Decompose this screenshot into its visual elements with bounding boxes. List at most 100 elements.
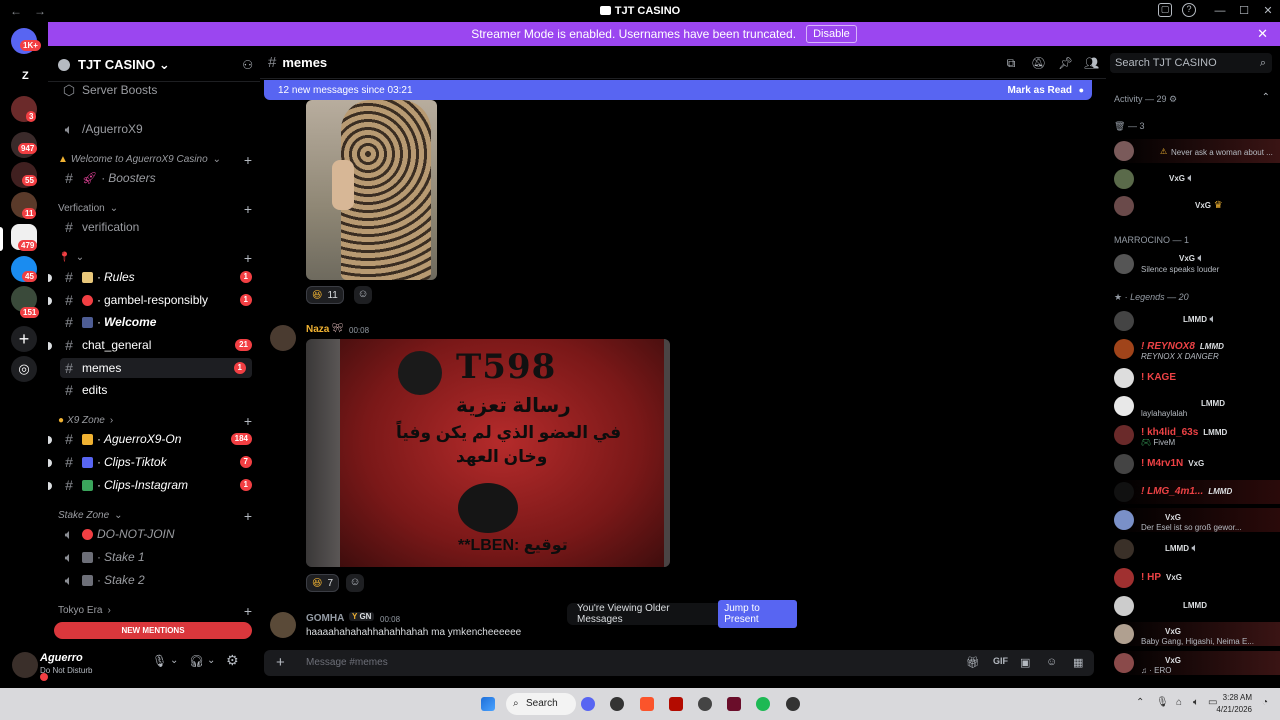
channel-clips-tiktok[interactable]: # · Clips-Tiktok 7 <box>60 452 252 472</box>
voice-stake-2[interactable]: 🔈︎ · Stake 2 <box>60 570 252 590</box>
member-row[interactable]: VxG ♛ <box>1114 194 1280 218</box>
member-row[interactable]: ! REYNOX8 LMMD REYNOX X DANGER <box>1114 337 1280 361</box>
gear-icon[interactable]: ⚙︎ <box>226 652 239 669</box>
gift-icon[interactable]: 🎁︎ <box>966 656 980 669</box>
voice-stake-1[interactable]: 🔈︎ · Stake 1 <box>60 547 252 567</box>
tray-chevron-icon[interactable]: ⌃ <box>1136 697 1144 708</box>
discover-icon[interactable]: ◎ <box>11 356 37 382</box>
user-avatar[interactable] <box>12 652 38 678</box>
member-row[interactable]: ! KAGE <box>1114 366 1280 390</box>
emoji-icon[interactable]: ☺ <box>1046 656 1057 668</box>
help-icon[interactable]: ? <box>1182 3 1196 17</box>
notification-bell-icon[interactable]: 🔕︎ <box>1031 56 1046 70</box>
member-row[interactable]: ! M4rv1N VxG <box>1114 452 1280 476</box>
microphone-icon[interactable]: 🎙︎ <box>152 654 167 668</box>
member-row[interactable]: VxG ♫ · ERO <box>1114 651 1280 675</box>
message-composer[interactable]: + Message #memes 🎁︎ GIF ▣ ☺ ▦ <box>264 650 1094 676</box>
notification-icon[interactable]: ◔ <box>1262 697 1268 708</box>
sticker-icon[interactable]: ▣ <box>1020 656 1030 669</box>
network-icon[interactable]: ⌂ <box>1176 697 1182 708</box>
start-icon[interactable] <box>481 697 495 711</box>
member-row[interactable]: LMMD 🔈︎ <box>1114 309 1280 333</box>
add-channel-icon[interactable]: + <box>244 250 252 266</box>
spotify-taskbar-icon[interactable] <box>756 697 770 711</box>
channel-aguerrox9-on[interactable]: # · AguerroX9-On 184 <box>60 429 252 449</box>
channel-memes[interactable]: # memes 1 <box>60 358 252 378</box>
brave-taskbar-icon[interactable] <box>640 697 654 711</box>
category-tokyo-era[interactable]: Tokyo Era › + <box>58 603 252 619</box>
add-attachment-icon[interactable]: + <box>276 654 285 671</box>
server-boosts[interactable]: ⬡ Server Boosts <box>60 80 252 100</box>
channel-edits[interactable]: # edits <box>60 380 252 400</box>
headphones-icon[interactable]: 🎧︎ <box>189 654 204 668</box>
search-input[interactable]: Search TJT CASINO ⌕ <box>1110 53 1272 73</box>
new-mentions-button[interactable]: NEW MENTIONS <box>54 622 252 639</box>
message-input[interactable]: Message #memes <box>306 657 388 668</box>
category-unnamed[interactable]: 📍︎ ⌄ + <box>58 250 252 266</box>
attachment-image[interactable] <box>306 100 437 280</box>
channel-gambel-responsibly[interactable]: # · gambel-responsibly 1 <box>60 290 252 310</box>
mark-as-read-button[interactable]: Mark as Read <box>1008 85 1072 96</box>
voice-do-not-join[interactable]: 🔈︎ DO-NOT-JOIN <box>60 524 252 544</box>
invite-icon[interactable]: ⚇ <box>242 58 253 72</box>
app-taskbar-icon[interactable] <box>698 697 712 711</box>
reaction-laugh[interactable]: 😆︎ 11 <box>306 286 344 304</box>
taskbar-search[interactable]: ⌕ Search <box>506 693 576 715</box>
add-server-icon[interactable]: + <box>11 326 37 352</box>
member-row[interactable]: ⚠ Never ask a woman about ... <box>1114 139 1280 163</box>
new-messages-bar[interactable]: 12 new messages since 03:21 Mark as Read… <box>264 80 1092 100</box>
add-channel-icon[interactable]: + <box>244 201 252 217</box>
app-taskbar-icon[interactable] <box>786 697 800 711</box>
member-list-icon[interactable]: 👥︎ <box>1084 56 1099 70</box>
server-header[interactable]: TJT CASINO ⌄ ⚇ <box>58 54 253 76</box>
chevron-down-icon[interactable]: ⌄ <box>170 655 178 666</box>
add-channel-icon[interactable]: + <box>244 603 252 619</box>
add-channel-icon[interactable]: + <box>244 413 252 429</box>
discord-taskbar-icon[interactable] <box>581 697 595 711</box>
member-row[interactable]: VxG Baby Gang, Higashi, Neima E... <box>1114 622 1280 646</box>
clock-time[interactable]: 3:28 AM <box>1220 693 1252 702</box>
volume-icon[interactable]: 🔈︎ <box>1193 697 1199 708</box>
avatar[interactable] <box>270 612 296 638</box>
clock-date[interactable]: 4/21/2026 <box>1212 705 1252 714</box>
close-window-button[interactable]: ✕ <box>1256 0 1280 22</box>
channel-boosters[interactable]: # 🚀︎ · Boosters <box>60 168 252 188</box>
add-channel-icon[interactable]: + <box>244 508 252 524</box>
channel-verification[interactable]: # verification <box>60 217 252 237</box>
channel-rules[interactable]: # · Rules 1 <box>60 267 252 287</box>
pin-icon[interactable]: 📌︎ <box>1058 56 1073 70</box>
add-reaction-icon[interactable]: ☺ <box>354 286 372 304</box>
activity-header[interactable]: Activity — 29 ⚙︎ <box>1114 94 1177 105</box>
category-verification[interactable]: Verfication ⌄ + <box>58 201 252 217</box>
member-row[interactable]: LMMD 🔈︎ <box>1114 537 1280 561</box>
mic-tray-icon[interactable]: 🎙︎ <box>1156 697 1169 708</box>
member-row[interactable]: ! kh4lid_63s LMMD 🎮︎ FiveM <box>1114 423 1280 447</box>
voice-channel-aguerrox9[interactable]: 🔈︎ /AguerroX9 <box>60 119 252 139</box>
add-reaction-icon[interactable]: ☺ <box>346 574 364 592</box>
chevron-down-icon[interactable]: ⌄ <box>207 655 215 666</box>
message-author[interactable]: GOMHA <box>306 613 344 624</box>
maximize-button[interactable]: ☐ <box>1232 0 1256 22</box>
channel-chat-general[interactable]: # chat_general 21 <box>60 335 252 355</box>
threads-icon[interactable]: ⧉ <box>1004 56 1018 70</box>
avatar[interactable] <box>270 325 296 351</box>
inbox-icon[interactable]: ▢ <box>1158 3 1172 17</box>
reaction-laugh[interactable]: 😆︎ 7 <box>306 574 339 592</box>
member-row[interactable]: LMMD laylahaylalah <box>1114 394 1280 418</box>
gif-icon[interactable]: GIF <box>993 656 1008 666</box>
jump-to-present-button[interactable]: Jump to Present <box>718 600 797 628</box>
message-author[interactable]: Naza <box>306 324 329 335</box>
member-row[interactable]: VxG Der Esel ist so groß gewor... <box>1114 508 1280 532</box>
member-row[interactable]: ! HP VxG <box>1114 566 1280 590</box>
minimize-button[interactable]: — <box>1208 0 1232 22</box>
disable-streamer-button[interactable]: Disable <box>806 25 857 43</box>
channel-welcome[interactable]: # · Welcome <box>60 312 252 332</box>
attachment-image[interactable]: T598 رسالة تعزية في العضو الذي لم يكن وف… <box>306 339 670 567</box>
channel-clips-instagram[interactable]: # · Clips-Instagram 1 <box>60 475 252 495</box>
add-channel-icon[interactable]: + <box>244 152 252 168</box>
chevron-up-icon[interactable]: ⌃ <box>1262 92 1270 103</box>
server-icon-z[interactable]: Z <box>22 70 29 82</box>
apps-icon[interactable]: ▦ <box>1073 656 1083 669</box>
member-row[interactable]: VxG 🔈︎ Silence speaks louder <box>1114 252 1280 276</box>
close-banner-icon[interactable]: ✕ <box>1257 26 1268 42</box>
